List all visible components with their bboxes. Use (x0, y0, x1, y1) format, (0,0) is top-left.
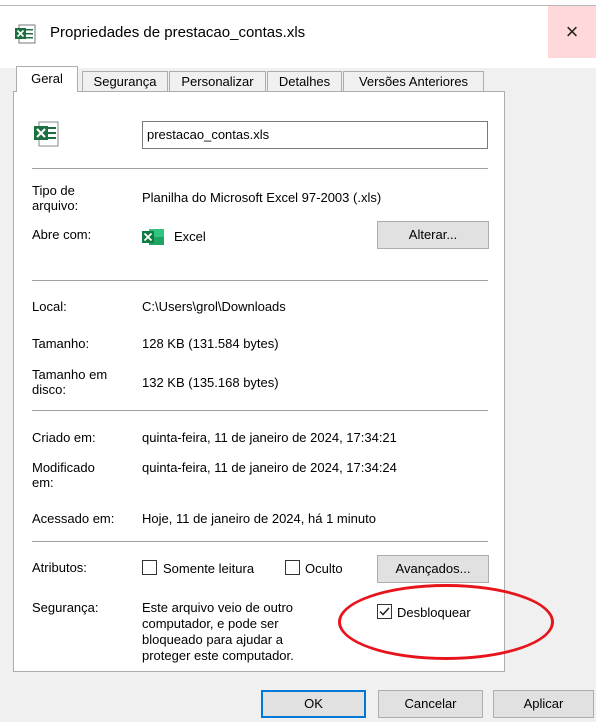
atributos-label: Atributos: (32, 560, 87, 575)
modificado-label: Modificado em: (32, 460, 95, 490)
aplicar-button[interactable]: Aplicar (493, 690, 594, 718)
acessado-value: Hoje, 11 de janeiro de 2024, há 1 minuto (142, 511, 376, 526)
criado-value: quinta-feira, 11 de janeiro de 2024, 17:… (142, 430, 397, 445)
divider (32, 168, 488, 169)
tab-personalizar[interactable]: Personalizar (169, 71, 266, 91)
modificado-value: quinta-feira, 11 de janeiro de 2024, 17:… (142, 460, 397, 475)
abre-com-label: Abre com: (32, 227, 92, 242)
top-divider (0, 5, 596, 6)
acessado-label: Acessado em: (32, 511, 115, 526)
local-label: Local: (32, 299, 67, 314)
divider (32, 541, 488, 542)
close-button[interactable]: × (548, 6, 596, 58)
tab-versoes-anteriores[interactable]: Versões Anteriores (343, 71, 484, 91)
excel-file-icon (15, 24, 36, 44)
tamanho-label: Tamanho: (32, 336, 90, 351)
divider (32, 410, 488, 411)
tamanho-disco-value: 132 KB (135.168 bytes) (142, 375, 279, 390)
oculto-checkbox[interactable] (285, 560, 300, 575)
divider (32, 280, 488, 281)
tab-detalhes[interactable]: Detalhes (267, 71, 342, 91)
excel-file-icon (34, 121, 59, 147)
tab-seguranca[interactable]: Segurança (82, 71, 168, 91)
local-value: C:\Users\grol\Downloads (142, 299, 286, 314)
alterar-button[interactable]: Alterar... (377, 221, 489, 249)
oculto-label[interactable]: Oculto (305, 561, 343, 576)
somente-leitura-label[interactable]: Somente leitura (163, 561, 254, 576)
seguranca-text-line-2: computador, e pode ser (142, 616, 279, 631)
ok-button[interactable]: OK (261, 690, 366, 718)
seguranca-text-line-3: bloqueado para ajudar a (142, 632, 283, 647)
excel-app-icon (142, 229, 164, 245)
seguranca-text-line-1: Este arquivo veio de outro (142, 600, 294, 615)
tipo-label: Tipo de arquivo: (32, 183, 79, 213)
tab-geral[interactable]: Geral (16, 66, 78, 92)
highlight-ellipse (338, 584, 554, 660)
cancelar-button[interactable]: Cancelar (378, 690, 483, 718)
seguranca-text-line-4: proteger este computador. (142, 648, 294, 663)
avancados-button[interactable]: Avançados... (377, 555, 489, 583)
abre-com-value: Excel (174, 229, 206, 244)
seguranca-label: Segurança: (32, 600, 99, 615)
window-title: Propriedades de prestacao_contas.xls (50, 24, 306, 41)
tamanho-value: 128 KB (131.584 bytes) (142, 336, 279, 351)
tamanho-disco-label: Tamanho em disco: (32, 367, 108, 397)
close-icon: × (565, 19, 579, 44)
tipo-value: Planilha do Microsoft Excel 97-2003 (.xl… (142, 190, 382, 205)
somente-leitura-checkbox[interactable] (142, 560, 157, 575)
file-name-input[interactable]: prestacao_contas.xls (142, 121, 488, 149)
criado-label: Criado em: (32, 430, 96, 445)
